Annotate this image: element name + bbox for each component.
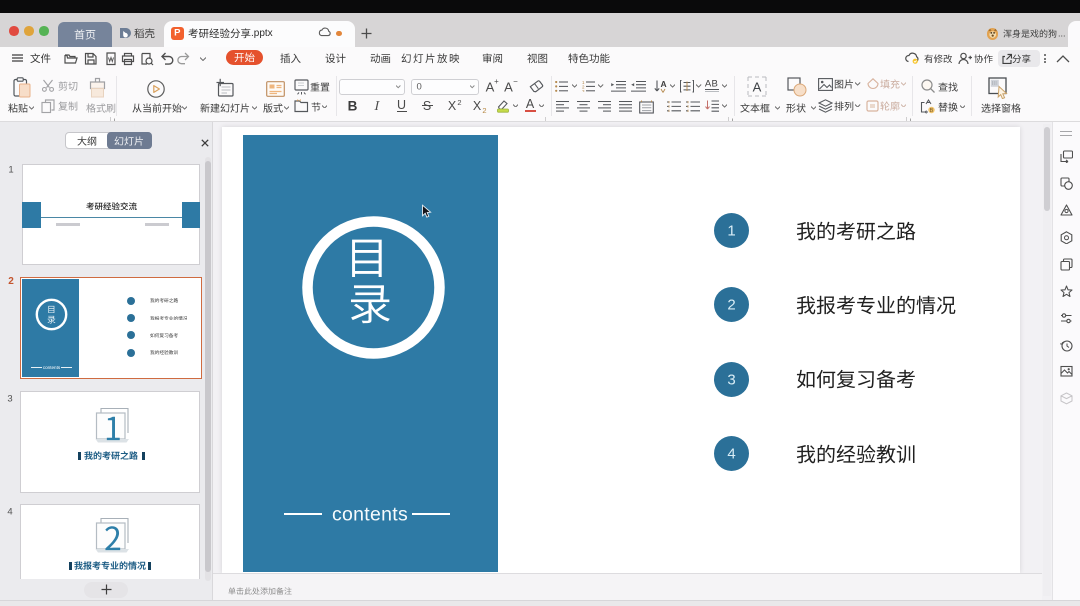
svg-text:B: B (930, 108, 934, 114)
svg-text:A: A (661, 80, 667, 89)
svg-text:contents: contents (43, 365, 61, 370)
svg-text:A: A (753, 80, 762, 95)
svg-text:3: 3 (582, 89, 585, 92)
svg-text:2: 2 (457, 98, 461, 106)
svg-text:2: 2 (482, 106, 486, 114)
